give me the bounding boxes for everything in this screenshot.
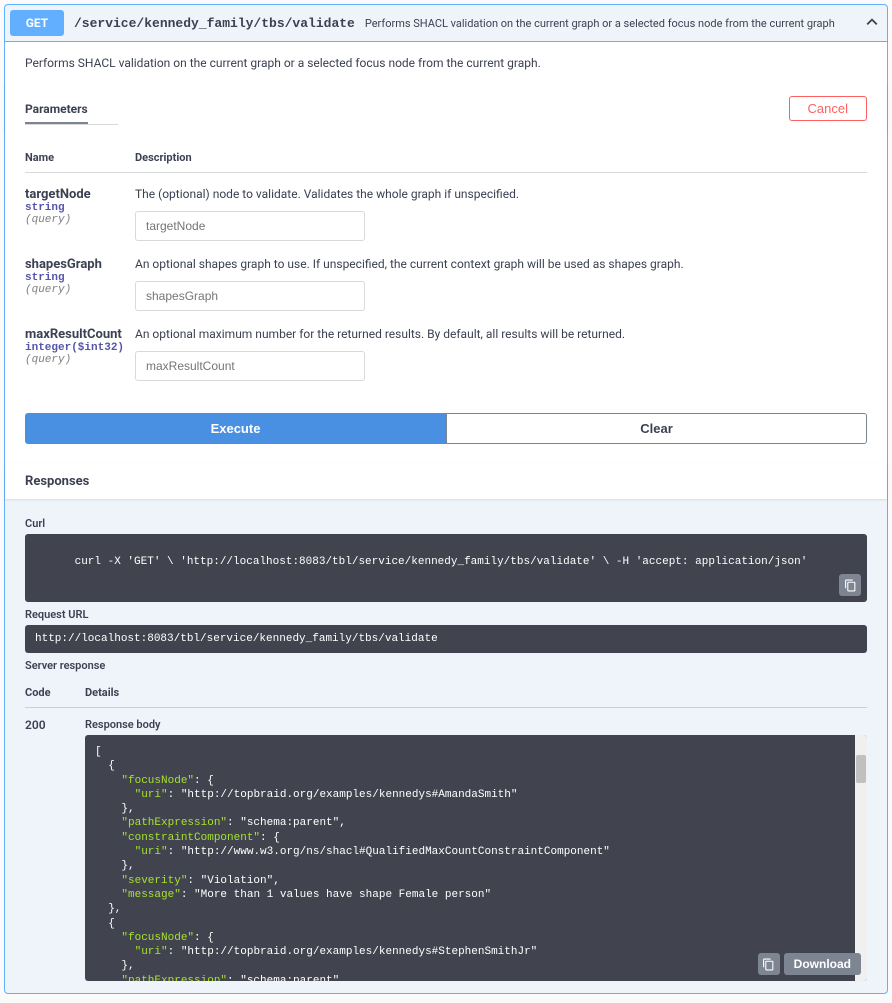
- curl-command: curl -X 'GET' \ 'http://localhost:8083/t…: [75, 556, 808, 568]
- param-type: string: [25, 202, 135, 214]
- param-row: shapesGraph string (query) An optional s…: [25, 243, 867, 313]
- col-description: Description: [135, 151, 867, 164]
- server-response-label: Server response: [25, 659, 867, 672]
- method-badge: GET: [10, 10, 64, 36]
- request-url: http://localhost:8083/tbl/service/kenned…: [25, 625, 867, 653]
- responses-heading: Responses: [5, 464, 887, 499]
- opblock-get: GET /service/kennedy_family/tbs/validate…: [4, 4, 888, 994]
- opblock-summary[interactable]: GET /service/kennedy_family/tbs/validate…: [5, 5, 887, 42]
- copy-icon[interactable]: [758, 953, 780, 975]
- col-code: Code: [25, 686, 85, 699]
- curl-block: curl -X 'GET' \ 'http://localhost:8083/t…: [25, 534, 867, 602]
- cancel-button[interactable]: Cancel: [789, 96, 867, 121]
- param-name: maxResultCount: [25, 327, 135, 342]
- param-in: (query): [25, 354, 135, 366]
- param-row: targetNode string (query) The (optional)…: [25, 173, 867, 243]
- responses-body: Curl curl -X 'GET' \ 'http://localhost:8…: [5, 499, 887, 993]
- endpoint-path: /service/kennedy_family/tbs/validate: [74, 16, 355, 31]
- response-row: 200 Response body [ { "focusNode": { "ur…: [25, 708, 867, 981]
- endpoint-summary: Performs SHACL validation on the current…: [365, 17, 862, 30]
- param-type: string: [25, 272, 135, 284]
- download-button[interactable]: Download: [784, 953, 861, 975]
- parameters-table: Name Description targetNode string (quer…: [5, 133, 887, 403]
- scrollbar-thumb[interactable]: [856, 755, 866, 783]
- param-name: targetNode: [25, 187, 135, 202]
- response-body-block: [ { "focusNode": { "uri": "http://topbra…: [85, 735, 867, 981]
- shapesgraph-input[interactable]: [135, 281, 365, 311]
- targetnode-input[interactable]: [135, 211, 365, 241]
- curl-label: Curl: [25, 517, 867, 530]
- param-desc: The (optional) node to validate. Validat…: [135, 187, 867, 201]
- parameters-header: Parameters Cancel: [5, 84, 887, 133]
- param-in: (query): [25, 214, 135, 226]
- param-desc: An optional maximum number for the retur…: [135, 327, 867, 341]
- copy-icon[interactable]: [839, 574, 861, 596]
- param-in: (query): [25, 284, 135, 296]
- response-body-label: Response body: [85, 718, 867, 731]
- execute-row: Execute Clear: [5, 403, 887, 464]
- col-name: Name: [25, 151, 135, 164]
- param-name: shapesGraph: [25, 257, 135, 272]
- execute-button[interactable]: Execute: [25, 413, 446, 444]
- col-details: Details: [85, 686, 867, 699]
- scrollbar[interactable]: [855, 735, 867, 981]
- param-desc: An optional shapes graph to use. If unsp…: [135, 257, 867, 271]
- clear-button[interactable]: Clear: [446, 413, 867, 444]
- param-row: maxResultCount integer($int32) (query) A…: [25, 313, 867, 383]
- status-code: 200: [25, 718, 85, 732]
- request-url-label: Request URL: [25, 608, 867, 621]
- chevron-up-icon[interactable]: [862, 16, 882, 31]
- response-body-json: [ { "focusNode": { "uri": "http://topbra…: [95, 745, 857, 981]
- maxresultcount-input[interactable]: [135, 351, 365, 381]
- param-type: integer($int32): [25, 342, 135, 354]
- tab-parameters[interactable]: Parameters: [25, 98, 88, 124]
- endpoint-description: Performs SHACL validation on the current…: [5, 42, 887, 84]
